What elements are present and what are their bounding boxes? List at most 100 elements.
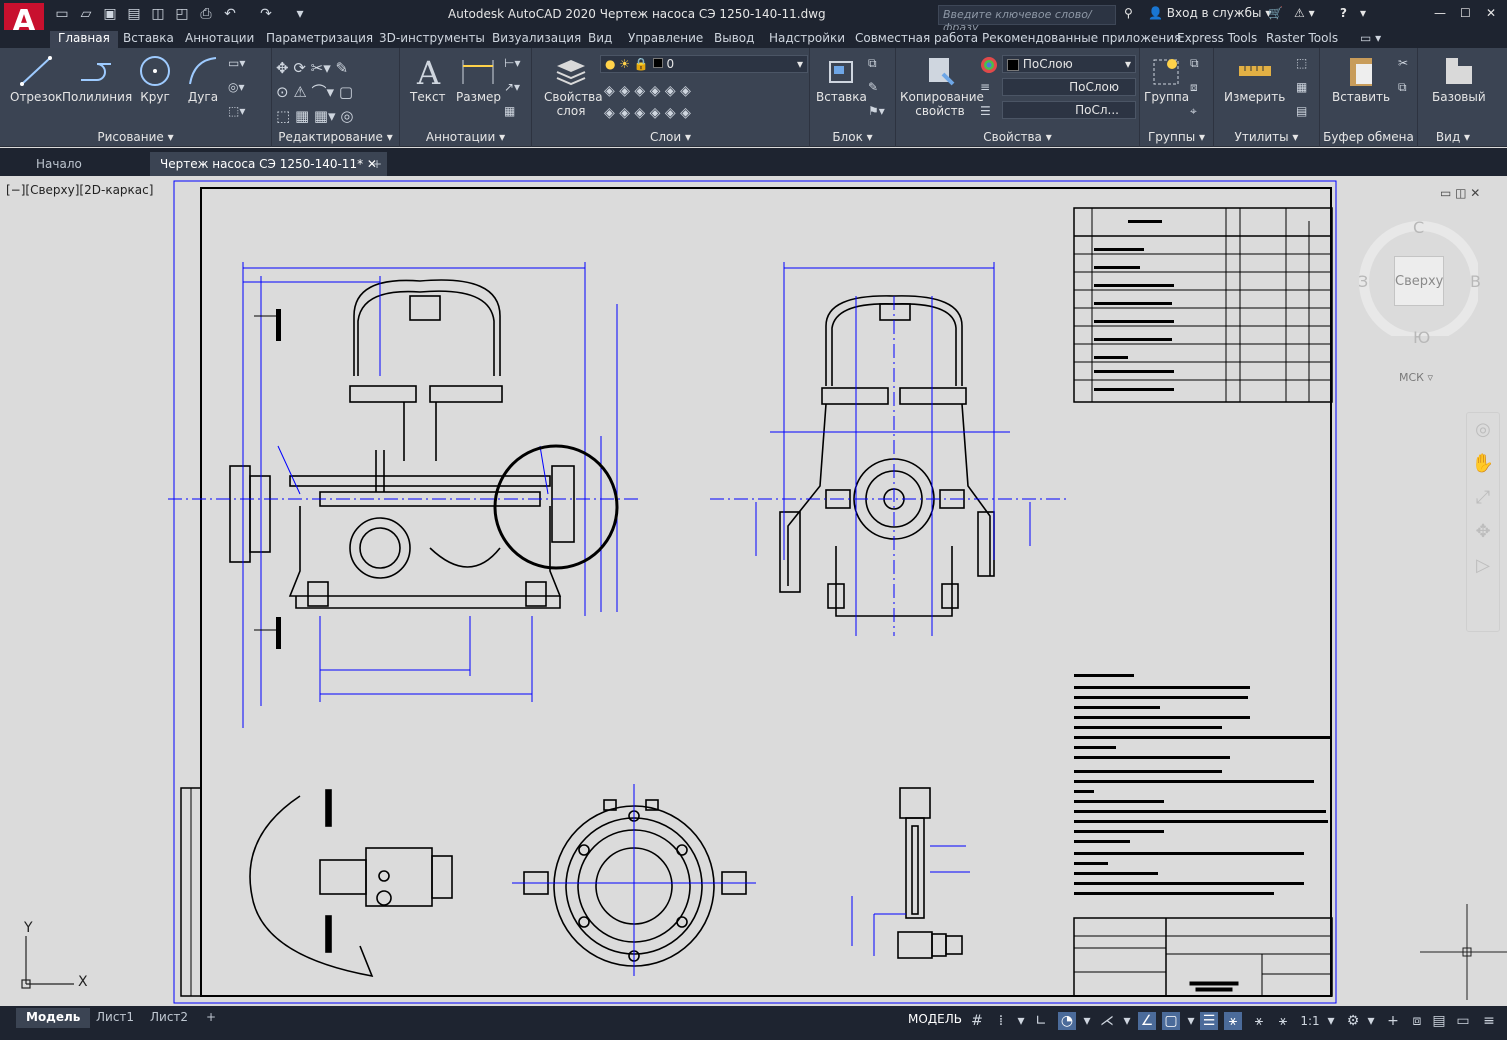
group-edit-icon[interactable]: ⧈	[1190, 80, 1208, 98]
autodesk-app-icon[interactable]: ⚠ ▾	[1294, 6, 1315, 20]
save-icon[interactable]: ▣	[102, 6, 118, 22]
base-view-button[interactable]: Базовый	[1432, 54, 1486, 104]
compass-north[interactable]: С	[1413, 218, 1424, 237]
tab-layout2[interactable]: Лист2	[140, 1008, 198, 1028]
tab-express-tools[interactable]: Express Tools	[1177, 31, 1257, 45]
tab-parametric[interactable]: Параметризация	[266, 31, 373, 45]
insert-block-button[interactable]: Вставка	[816, 54, 867, 104]
snap-dropdown-icon[interactable]: ▾	[1012, 1012, 1030, 1030]
clean-screen-icon[interactable]: ▭	[1454, 1012, 1472, 1030]
scale-dropdown-icon[interactable]: ▾	[1322, 1012, 1340, 1030]
lineweight-dropdown[interactable]: ПоСл...	[1002, 101, 1136, 119]
block-panel-title[interactable]: Блок ▾	[810, 130, 895, 144]
object-snap-tracking-icon[interactable]: ∠	[1138, 1012, 1156, 1030]
rectangle-icon[interactable]: ▭▾	[228, 56, 246, 74]
ungroup-icon[interactable]: ⧉	[1190, 56, 1208, 74]
line-button[interactable]: Отрезок	[10, 54, 62, 104]
tab-3d-tools[interactable]: 3D-инструменты	[379, 31, 485, 45]
create-block-icon[interactable]: ⧉	[868, 56, 886, 74]
properties-panel-title[interactable]: Свойства ▾	[896, 130, 1139, 144]
annotation-scale-value[interactable]: 1:1	[1298, 1012, 1322, 1030]
plot-icon[interactable]: ⎙	[198, 6, 214, 22]
add-layout-button[interactable]: +	[196, 1008, 226, 1028]
units-icon[interactable]: ⧈	[1408, 1012, 1426, 1030]
isodraft-icon[interactable]: ⋌	[1098, 1012, 1116, 1030]
layers-panel-title[interactable]: Слои ▾	[532, 130, 809, 144]
tab-manage[interactable]: Управление	[628, 31, 703, 45]
draw-panel-title[interactable]: Рисование ▾	[0, 130, 271, 144]
tab-raster-tools[interactable]: Raster Tools	[1266, 31, 1338, 45]
edit-block-icon[interactable]: ✎	[868, 80, 886, 98]
viewport-window-controls[interactable]: ▭ ◫ ✕	[1440, 186, 1480, 200]
model-space-button[interactable]: МОДЕЛЬ	[908, 1012, 962, 1026]
ortho-icon[interactable]: ∟	[1032, 1012, 1050, 1030]
annotation-panel-title[interactable]: Аннотации ▾	[400, 130, 531, 144]
help-button[interactable]: ?	[1340, 6, 1347, 20]
steering-wheel-icon[interactable]: ◎	[1467, 413, 1499, 447]
group-button[interactable]: Группа	[1144, 54, 1189, 104]
osnap-dropdown-icon[interactable]: ▾	[1182, 1012, 1200, 1030]
polar-dropdown-icon[interactable]: ▾	[1078, 1012, 1096, 1030]
tab-model[interactable]: Модель	[16, 1008, 91, 1028]
ribbon-minimize-icon[interactable]: ▭ ▾	[1360, 31, 1381, 45]
save-web-icon[interactable]: ◰	[174, 6, 190, 22]
tab-insert[interactable]: Вставка	[123, 31, 174, 45]
quick-select-icon[interactable]: ⬚	[1296, 56, 1314, 74]
minimize-button[interactable]: —	[1434, 6, 1446, 20]
match-properties-button[interactable]: Копирование свойств	[900, 54, 984, 118]
text-button[interactable]: A Текст	[410, 54, 446, 104]
drawing-viewport[interactable]: Y X [−][Сверху][2D-каркас] ▭ ◫ ✕ Сверху …	[0, 176, 1507, 1006]
color-wheel-icon[interactable]	[980, 56, 998, 74]
annotation-scale-icon[interactable]: ⚹	[1274, 1012, 1292, 1030]
arc-button[interactable]: Дуга	[186, 54, 220, 104]
object-snap-icon[interactable]: ▢	[1162, 1012, 1180, 1030]
quick-properties-icon[interactable]: ▤	[1430, 1012, 1448, 1030]
cut-icon[interactable]: ✂	[1398, 56, 1416, 74]
color-dropdown[interactable]: ПоСлою ▾	[1002, 55, 1136, 73]
navigation-bar[interactable]: ◎ ✋ ⤢ ✥ ▷	[1466, 412, 1500, 632]
compass-east[interactable]: В	[1470, 272, 1481, 291]
pan-icon[interactable]: ✋	[1467, 447, 1499, 481]
new-tab-button[interactable]: +	[362, 152, 392, 176]
modify-panel-title[interactable]: Редактирование ▾	[272, 130, 399, 144]
help-dropdown-icon[interactable]: ▾	[1360, 6, 1366, 20]
group-select-icon[interactable]: ⌖	[1190, 104, 1208, 122]
new-icon[interactable]: ▭	[54, 6, 70, 22]
open-web-icon[interactable]: ◫	[150, 6, 166, 22]
ellipse-icon[interactable]: ⬚▾	[228, 104, 246, 122]
grid-icon[interactable]: #	[968, 1012, 986, 1030]
leader-icon[interactable]: ↗▾	[504, 80, 522, 98]
customize-icon[interactable]: ≡	[1480, 1012, 1498, 1030]
snap-icon[interactable]: ⁞	[992, 1012, 1010, 1030]
save-as-icon[interactable]: ▤	[126, 6, 142, 22]
hatch-icon[interactable]: ◎▾	[228, 80, 246, 98]
tab-addins[interactable]: Надстройки	[769, 31, 845, 45]
wcs-menu[interactable]: МСК ▿	[1399, 371, 1439, 387]
tab-visualize[interactable]: Визуализация	[492, 31, 581, 45]
annotation-visibility-icon[interactable]: ⚹	[1224, 1012, 1242, 1030]
copy-icon[interactable]: ⧉	[1398, 80, 1416, 98]
viewcube[interactable]: Сверху С Ю З В	[1358, 216, 1481, 347]
cart-icon[interactable]: 🛒	[1268, 6, 1283, 20]
tab-collaborate[interactable]: Совместная работа	[855, 31, 978, 45]
open-icon[interactable]: ▱	[78, 6, 94, 22]
tab-drawing[interactable]: Чертеж насоса СЭ 1250-140-11* ✕	[150, 152, 387, 176]
polar-tracking-icon[interactable]: ◔	[1058, 1012, 1076, 1030]
auto-scale-icon[interactable]: ⚹	[1250, 1012, 1268, 1030]
circle-button[interactable]: Круг	[138, 54, 172, 104]
modify-tools[interactable]: ✥ ⟳ ✂▾ ✎ ⊙ ⚠ ⌒▾ ▢ ⬚ ▦ ▦▾ ◎	[276, 56, 396, 128]
maximize-button[interactable]: ☐	[1460, 6, 1471, 20]
layer-dropdown[interactable]: ● ☀ 🔒 0 ▾	[600, 55, 808, 73]
tab-featured-apps[interactable]: Рекомендованные приложения	[982, 31, 1181, 45]
orbit-icon[interactable]: ✥	[1467, 515, 1499, 549]
viewport-controls[interactable]: [−][Сверху][2D-каркас]	[6, 183, 153, 197]
binoculars-icon[interactable]: ⚲	[1124, 6, 1133, 20]
zoom-extents-icon[interactable]: ⤢	[1467, 481, 1499, 515]
tab-view[interactable]: Вид	[588, 31, 612, 45]
tab-layout1[interactable]: Лист1	[86, 1008, 144, 1028]
drawing-canvas[interactable]: Y X	[0, 176, 1507, 1006]
layer-tools[interactable]: ◈ ◈ ◈ ◈ ◈ ◈ ◈ ◈ ◈ ◈ ◈ ◈	[604, 80, 691, 124]
compass-south[interactable]: Ю	[1413, 328, 1430, 347]
lineweight-display-icon[interactable]: ☰	[1200, 1012, 1218, 1030]
redo-icon[interactable]: ↷	[258, 6, 274, 22]
